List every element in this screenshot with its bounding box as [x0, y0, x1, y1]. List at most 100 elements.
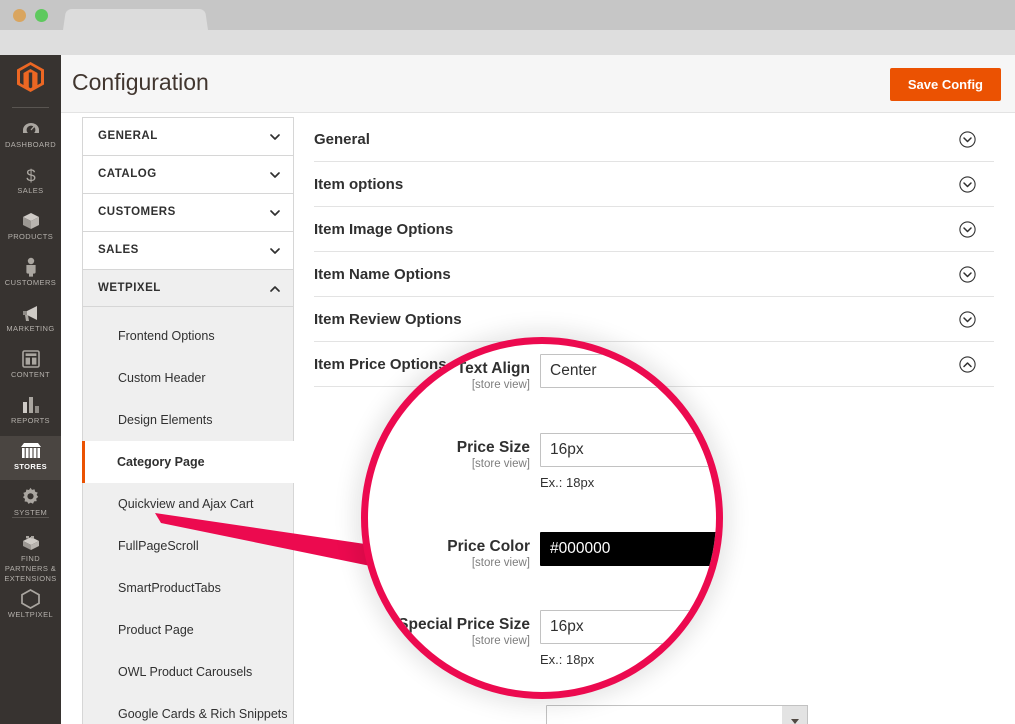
- box-icon: [0, 210, 61, 232]
- hexagon-icon: [0, 588, 61, 610]
- field-hint: Ex.: 18px: [540, 475, 594, 490]
- expand-circle-icon[interactable]: [959, 221, 976, 238]
- rail-item-system[interactable]: SYSTEM: [0, 482, 61, 522]
- magento-admin-app: DASHBOARD$SALESPRODUCTSCUSTOMERSMARKETIN…: [0, 55, 1015, 724]
- field-input-text-align[interactable]: Center: [540, 354, 723, 388]
- rail-item-stores[interactable]: STORES: [0, 436, 61, 480]
- rail-item-label: SYSTEM: [0, 508, 61, 520]
- config-nav-item-custom-header[interactable]: Custom Header: [83, 357, 293, 399]
- rail-item-weltpixel[interactable]: WELTPIXEL: [0, 584, 61, 624]
- field-input-value: 16px: [550, 618, 584, 636]
- bar-chart-icon: [0, 394, 61, 416]
- window-minimize-dot[interactable]: [13, 9, 26, 22]
- save-config-button[interactable]: Save Config: [890, 68, 1001, 101]
- collapse-circle-icon[interactable]: [959, 356, 976, 373]
- config-nav-item-label: Custom Header: [118, 371, 206, 385]
- config-section-label: Item Review Options: [314, 311, 462, 328]
- field-hint: Ex.: 18px: [540, 652, 594, 667]
- config-nav-section-wetpixel[interactable]: WETPIXEL: [82, 269, 294, 307]
- config-section-label: Item options: [314, 176, 403, 193]
- field-label: Text Align: [361, 360, 530, 377]
- expand-circle-icon[interactable]: [959, 131, 976, 148]
- layout-icon: [0, 348, 61, 370]
- browser-tab[interactable]: [63, 9, 208, 30]
- config-section-label: General: [314, 131, 370, 148]
- config-nav-item-owl-product-carousels[interactable]: OWL Product Carousels: [83, 651, 293, 693]
- config-nav-section-sales[interactable]: SALES: [82, 231, 294, 269]
- rail-item-label: STORES: [0, 462, 61, 474]
- svg-text:$: $: [26, 166, 36, 185]
- magento-logo-icon: [17, 62, 44, 92]
- config-nav-section-general[interactable]: GENERAL: [82, 117, 294, 155]
- rail-item-dashboard[interactable]: DASHBOARD: [0, 114, 61, 154]
- field-label: Price Size: [361, 439, 530, 456]
- config-nav-item-label: OWL Product Carousels: [118, 665, 252, 679]
- rail-item-sales[interactable]: $SALES: [0, 160, 61, 200]
- config-nav-section-customers[interactable]: CUSTOMERS: [82, 193, 294, 231]
- config-section-item-image-options[interactable]: Item Image Options: [314, 207, 994, 252]
- field-scope-label: [store view]: [361, 378, 530, 392]
- config-nav-section-label: SALES: [98, 244, 139, 256]
- megaphone-icon: [0, 302, 61, 324]
- config-nav-section-label: CUSTOMERS: [98, 206, 176, 218]
- rail-item-label: WELTPIXEL: [0, 610, 61, 622]
- expand-circle-icon[interactable]: [959, 266, 976, 283]
- config-nav-section-label: CATALOG: [98, 168, 157, 180]
- config-nav-item-label: Design Elements: [118, 413, 213, 427]
- magnifier-lens: Text Align[store view]CenterPrice Size[s…: [361, 337, 723, 699]
- rail-item-label: MARKETING: [0, 324, 61, 336]
- config-nav-item-label: SmartProductTabs: [118, 581, 221, 595]
- config-section-item-name-options[interactable]: Item Name Options: [314, 252, 994, 297]
- gauge-icon: [0, 118, 61, 140]
- config-nav-item-label: Product Page: [118, 623, 194, 637]
- config-section-label: Item Image Options: [314, 221, 453, 238]
- config-nav-section-catalog[interactable]: CATALOG: [82, 155, 294, 193]
- config-nav-item-label: Google Cards & Rich Snippets: [118, 707, 288, 721]
- config-nav-sections: GENERAL CATALOG CUSTOMERS SALES WETPIXEL: [82, 117, 294, 307]
- configuration-nav: GENERAL CATALOG CUSTOMERS SALES WETPIXEL Fro…: [82, 117, 294, 724]
- field-input-price-size[interactable]: 16px: [540, 433, 723, 467]
- field-scope-label: [store view]: [361, 556, 530, 570]
- config-nav-item-label: FullPageScroll: [118, 539, 199, 553]
- rail-item-reports[interactable]: REPORTS: [0, 390, 61, 430]
- config-nav-section-label: WETPIXEL: [98, 282, 161, 294]
- bricks-icon: [0, 532, 61, 554]
- field-input-value: #000000: [550, 540, 610, 558]
- rail-item-label: PRODUCTS: [0, 232, 61, 244]
- rail-item-customers[interactable]: CUSTOMERS: [0, 252, 61, 292]
- config-nav-item-quickview-and-ajax-cart[interactable]: Quickview and Ajax Cart: [83, 483, 293, 525]
- admin-sidebar-rail: DASHBOARD $SALES PRODUCTS CUSTOMERS MARKETIN…: [0, 55, 61, 724]
- expand-circle-icon[interactable]: [959, 176, 976, 193]
- field-input-value: Center: [550, 362, 597, 380]
- rail-item-label: SALES: [0, 186, 61, 198]
- config-nav-item-frontend-options[interactable]: Frontend Options: [83, 315, 293, 357]
- select-dropdown-arrow[interactable]: [782, 705, 808, 724]
- config-nav-item-design-elements[interactable]: Design Elements: [83, 399, 293, 441]
- config-section-item-review-options[interactable]: Item Review Options: [314, 297, 994, 342]
- field-scope-label: [store view]: [361, 457, 530, 471]
- field-input-special-price-size[interactable]: 16px: [540, 610, 723, 644]
- field-input-price-color[interactable]: #000000: [540, 532, 723, 566]
- rail-item-content[interactable]: CONTENT: [0, 344, 61, 384]
- rail-item-label: CONTENT: [0, 370, 61, 382]
- rail-item-marketing[interactable]: MARKETING: [0, 298, 61, 338]
- config-nav-item-category-page[interactable]: Category Page: [82, 441, 294, 483]
- config-nav-item-label: Category Page: [117, 455, 205, 469]
- magento-logo[interactable]: [0, 62, 61, 97]
- person-icon: [0, 256, 61, 278]
- rail-item-find-partners-extensions[interactable]: FIND PARTNERS & EXTENSIONS: [0, 528, 61, 578]
- config-nav-item-smartproducttabs[interactable]: SmartProductTabs: [83, 567, 293, 609]
- rail-divider-lower: [12, 517, 49, 518]
- config-nav-item-product-page[interactable]: Product Page: [83, 609, 293, 651]
- chevron-down-icon: [269, 169, 280, 180]
- config-nav-item-google-cards-rich-snippets[interactable]: Google Cards & Rich Snippets: [83, 693, 293, 724]
- window-maximize-dot[interactable]: [35, 9, 48, 22]
- form-input-text-align[interactable]: [546, 705, 808, 724]
- config-section-general[interactable]: General: [314, 117, 994, 162]
- expand-circle-icon[interactable]: [959, 311, 976, 328]
- config-section-item-options[interactable]: Item options: [314, 162, 994, 207]
- rail-item-products[interactable]: PRODUCTS: [0, 206, 61, 246]
- chevron-up-icon: [269, 283, 280, 294]
- field-input-value: 16px: [550, 441, 584, 459]
- config-nav-item-fullpagescroll[interactable]: FullPageScroll: [83, 525, 293, 567]
